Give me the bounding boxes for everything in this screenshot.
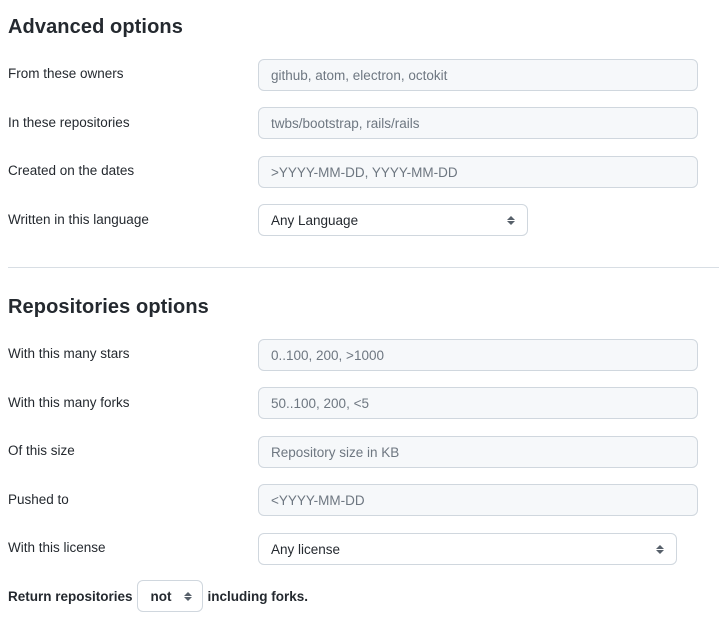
license-label: With this license bbox=[8, 540, 106, 555]
language-select-value: Any Language bbox=[271, 212, 359, 228]
license-select[interactable]: Any license bbox=[258, 533, 677, 565]
select-caret-icon bbox=[183, 591, 192, 601]
forks-prefix-label: Return repositories bbox=[8, 588, 133, 604]
language-label: Written in this language bbox=[8, 212, 149, 227]
size-input[interactable]: Repository size in KB bbox=[258, 436, 698, 468]
owners-label: From these owners bbox=[8, 66, 124, 81]
forks-select[interactable]: not bbox=[136, 580, 203, 612]
stars-label: With this many stars bbox=[8, 346, 130, 361]
advanced-options-heading: Advanced options bbox=[8, 16, 183, 38]
section-divider bbox=[8, 267, 719, 268]
repositories-options-heading: Repositories options bbox=[8, 296, 209, 318]
owners-input[interactable]: github, atom, electron, octokit bbox=[258, 59, 698, 91]
forks-count-label: With this many forks bbox=[8, 395, 130, 410]
select-caret-icon bbox=[507, 215, 515, 225]
created-dates-input[interactable]: >YYYY-MM-DD, YYYY-MM-DD bbox=[258, 156, 698, 188]
created-dates-label: Created on the dates bbox=[8, 163, 135, 178]
pushed-input[interactable]: <YYYY-MM-DD bbox=[258, 484, 698, 516]
forks-select-value: not bbox=[150, 588, 172, 604]
language-select[interactable]: Any Language bbox=[258, 204, 528, 236]
license-select-value: Any license bbox=[271, 541, 341, 557]
repositories-label: In these repositories bbox=[8, 115, 130, 130]
pushed-label: Pushed to bbox=[8, 492, 69, 507]
size-label: Of this size bbox=[8, 443, 75, 458]
stars-input[interactable]: 0..100, 200, >1000 bbox=[258, 339, 698, 371]
forks-suffix-label: including forks. bbox=[207, 588, 309, 604]
repositories-input[interactable]: twbs/bootstrap, rails/rails bbox=[258, 107, 698, 139]
select-caret-icon bbox=[656, 544, 664, 554]
include-forks-row: Return repositories not including forks. bbox=[8, 580, 308, 612]
forks-count-input[interactable]: 50..100, 200, <5 bbox=[258, 387, 698, 419]
